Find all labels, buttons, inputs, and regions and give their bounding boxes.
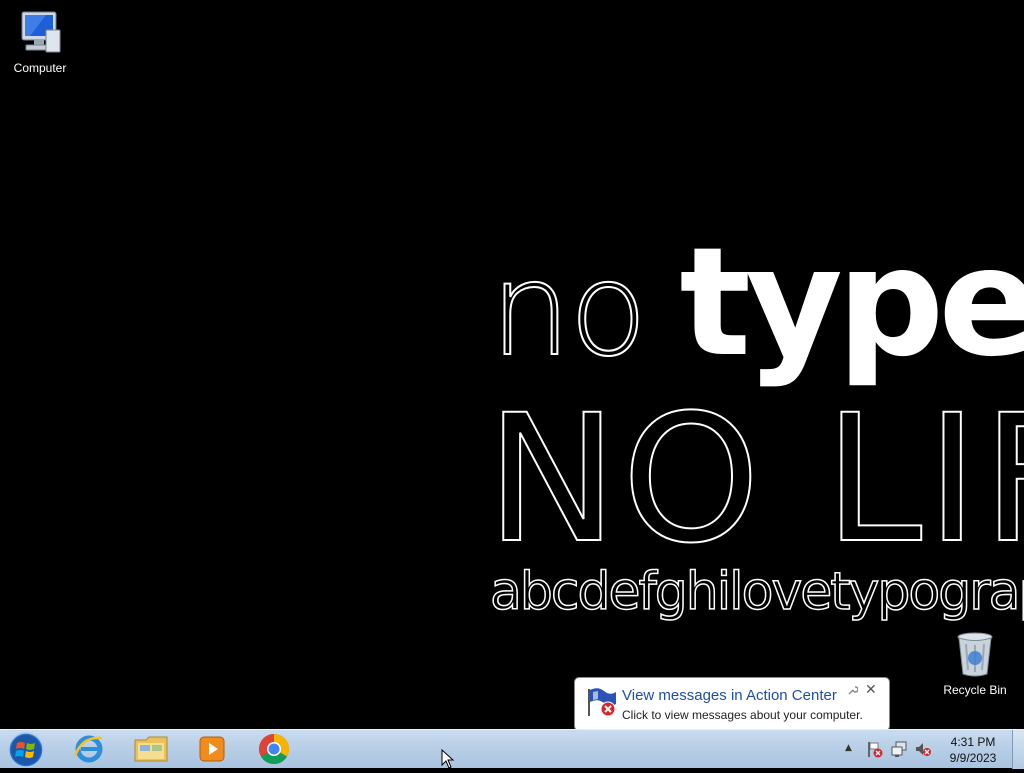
- action-center-flag-icon[interactable]: [866, 740, 884, 758]
- desktop-icon-label: Recycle Bin: [943, 683, 1007, 697]
- computer-icon: [21, 11, 61, 53]
- action-center-notification[interactable]: View messages in Action Center Click to …: [574, 677, 890, 729]
- clock-time: 4:31 PM: [950, 735, 996, 749]
- wallpaper-line-1: no type: [489, 228, 1024, 378]
- taskbar: ▲ 4:31 PM 9/9/2023: [0, 729, 1024, 769]
- action-center-flag-icon: [584, 686, 618, 722]
- taskbar-windows-media-player[interactable]: [189, 732, 235, 766]
- clock-date: 9/9/2023: [949, 751, 997, 765]
- start-button[interactable]: [6, 731, 46, 769]
- chrome-icon: [258, 734, 290, 765]
- mouse-cursor-icon: [441, 748, 455, 773]
- notification-title[interactable]: View messages in Action Center: [622, 687, 837, 704]
- network-icon[interactable]: [890, 740, 908, 758]
- show-desktop-button[interactable]: [1012, 730, 1024, 769]
- desktop[interactable]: notype NO LIFE abcdefghilovetypography.c…: [0, 0, 1024, 729]
- taskbar-windows-explorer[interactable]: [128, 732, 174, 766]
- taskbar-internet-explorer[interactable]: [66, 732, 112, 766]
- wallpaper-text-url: abcdefghilovetypography.com: [489, 562, 1024, 622]
- windows-logo-icon: [8, 732, 44, 768]
- wallpaper-text-no-life: NO LIFE: [485, 377, 1024, 582]
- taskbar-google-chrome[interactable]: [251, 732, 297, 766]
- internet-explorer-icon: [73, 735, 103, 763]
- media-player-icon: [199, 736, 225, 762]
- desktop-icon-recycle-bin[interactable]: Recycle Bin: [937, 630, 1013, 697]
- notification-close-button[interactable]: ✕: [865, 682, 877, 698]
- file-explorer-icon: [134, 736, 168, 762]
- taskbar-clock[interactable]: 4:31 PM 9/9/2023: [940, 734, 1006, 766]
- desktop-icon-label: Computer: [13, 61, 67, 75]
- desktop-icon-computer[interactable]: Computer: [2, 8, 78, 75]
- wallpaper-text-type: type: [679, 216, 1024, 390]
- wrench-icon[interactable]: [847, 685, 859, 699]
- recycle-bin-icon: [957, 632, 993, 677]
- wallpaper-text-no: no: [489, 236, 648, 385]
- notification-text[interactable]: Click to view messages about your comput…: [622, 708, 863, 722]
- show-hidden-icons-button[interactable]: ▲: [845, 743, 852, 753]
- volume-muted-icon[interactable]: [914, 740, 932, 758]
